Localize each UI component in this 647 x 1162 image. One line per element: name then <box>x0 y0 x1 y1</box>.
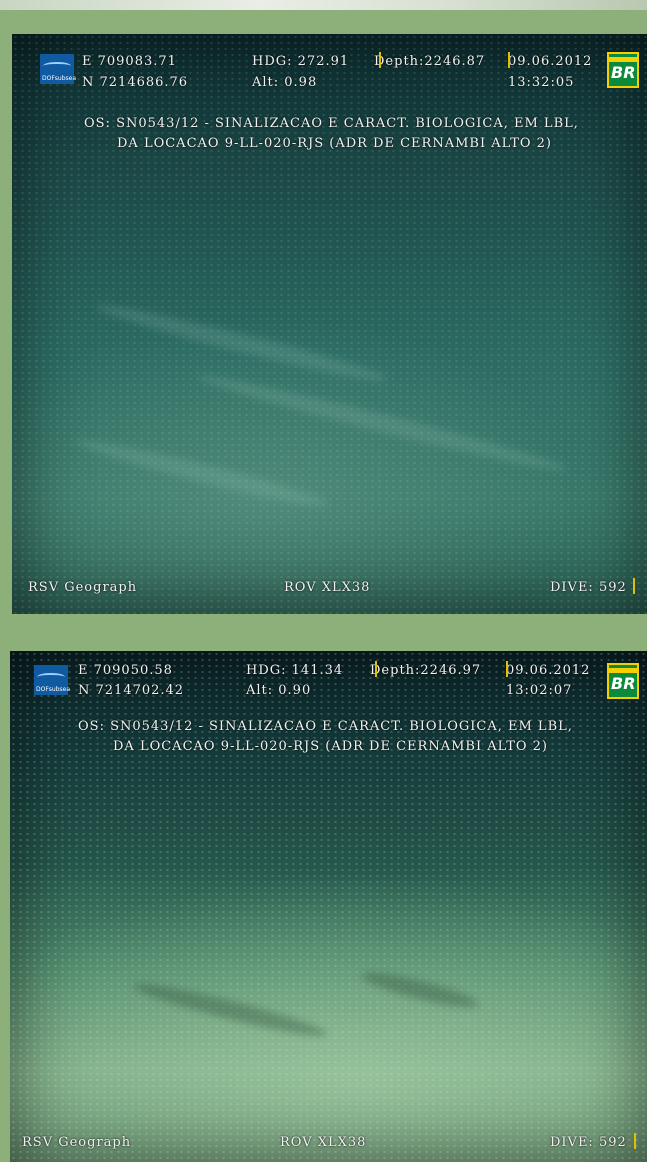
dive-number: DIVE: 592 <box>550 580 627 595</box>
northing-readout: N 7214702.42 <box>78 683 185 698</box>
easting-readout: E 709050.58 <box>78 663 173 678</box>
dof-subsea-logo: DOFsubsea <box>40 54 76 84</box>
date-readout: 09.06.2012 <box>506 663 591 678</box>
os-description-line-1: OS: SN0543/12 - SINALIZACAO E CARACT. BI… <box>78 719 573 734</box>
br-petrobras-logo: BR <box>607 663 639 699</box>
os-description-line-2: DA LOCACAO 9-LL-020-RJS (ADR DE CERNAMBI… <box>113 739 548 754</box>
overlay-cursor <box>375 661 377 677</box>
dive-number: DIVE: 592 <box>550 1135 627 1150</box>
overlay-cursor <box>506 661 508 677</box>
northing-readout: N 7214686.76 <box>82 75 189 90</box>
br-petrobras-logo: BR <box>607 52 639 88</box>
depth-readout: Depth:2246.97 <box>370 663 482 678</box>
vessel-label: RSV Geograph <box>28 580 138 595</box>
dof-subsea-logo: DOFsubsea <box>34 665 70 695</box>
vessel-label: RSV Geograph <box>22 1135 132 1150</box>
os-description-line-1: OS: SN0543/12 - SINALIZACAO E CARACT. BI… <box>84 116 579 131</box>
os-description-line-2: DA LOCACAO 9-LL-020-RJS (ADR DE CERNAMBI… <box>117 136 552 151</box>
heading-readout: HDG: 141.34 <box>246 663 344 678</box>
altitude-readout: Alt: 0.98 <box>252 75 318 90</box>
rov-video-frame-1: DOFsubsea E 709083.71 N 7214686.76 HDG: … <box>12 34 647 614</box>
wave-icon <box>37 673 65 681</box>
top-border-strip <box>0 0 647 10</box>
overlay-cursor <box>633 578 635 594</box>
easting-readout: E 709083.71 <box>82 54 177 69</box>
overlay-cursor <box>508 52 510 68</box>
heading-readout: HDG: 272.91 <box>252 54 350 69</box>
rov-label: ROV XLX38 <box>280 1135 367 1150</box>
rov-label: ROV XLX38 <box>284 580 371 595</box>
time-readout: 13:32:05 <box>508 75 575 90</box>
date-readout: 09.06.2012 <box>508 54 593 69</box>
depth-readout: Depth:2246.87 <box>374 54 486 69</box>
overlay-cursor <box>379 52 381 68</box>
overlay-cursor <box>634 1133 636 1149</box>
time-readout: 13:02:07 <box>506 683 573 698</box>
wave-icon <box>43 62 71 70</box>
rov-video-frame-2: DOFsubsea E 709050.58 N 7214702.42 HDG: … <box>10 651 647 1162</box>
altitude-readout: Alt: 0.90 <box>246 683 312 698</box>
